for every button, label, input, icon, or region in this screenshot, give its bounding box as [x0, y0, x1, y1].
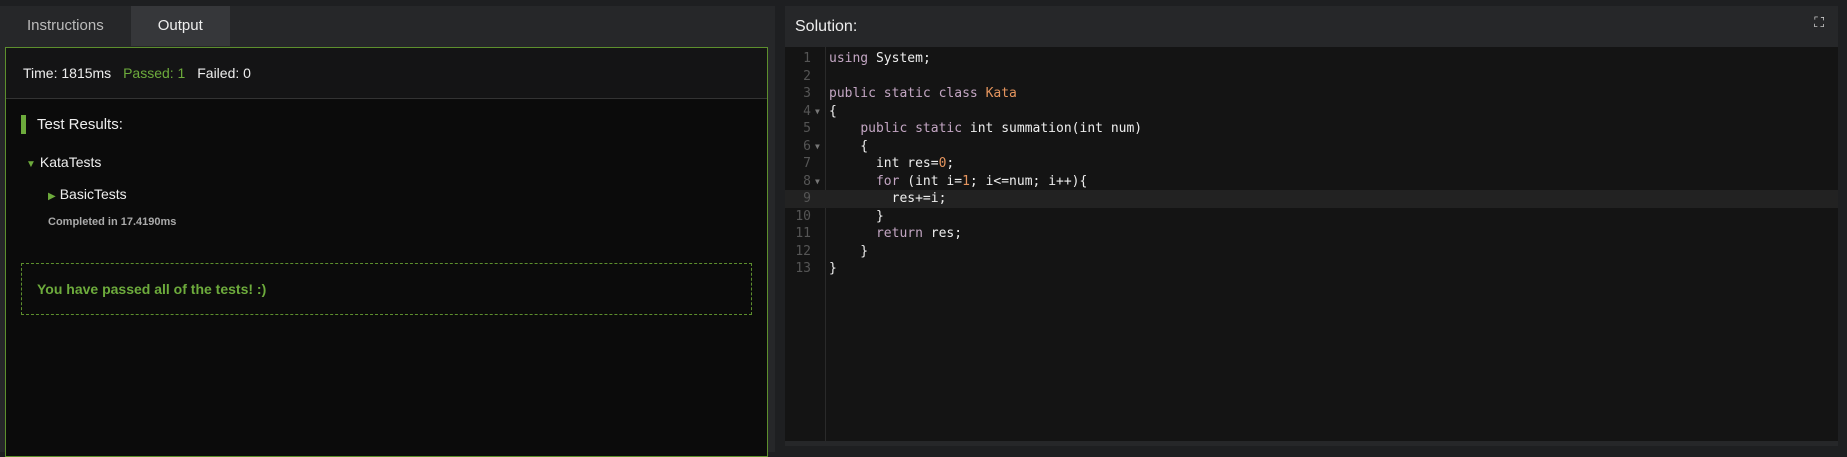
code-line[interactable]: 1 using System;: [785, 50, 1838, 68]
code-text: res+=i;: [891, 191, 947, 206]
line-number: 3: [803, 86, 811, 101]
code-text: }: [829, 208, 884, 224]
code-text: public static class Kata: [829, 86, 1017, 101]
left-panel: Instructions Output Time: 1815ms Passed:…: [0, 6, 775, 457]
fold-icon[interactable]: ▼: [815, 103, 820, 121]
solution-title: Solution:: [795, 18, 858, 35]
fold-icon[interactable]: ▼: [815, 138, 820, 156]
line-number: 13: [795, 261, 811, 276]
caret-down-icon: ▼: [26, 159, 36, 170]
suite-kata-tests[interactable]: ▼ KataTests: [26, 154, 752, 170]
solution-panel: Solution: ⛶ 1 using System; 2 3 public stati…: [785, 6, 1838, 446]
code-line[interactable]: 5 public static int summation(int num): [785, 120, 1838, 138]
line-number: 7: [803, 156, 811, 171]
code-line[interactable]: 4 ▼ {: [785, 103, 1838, 121]
code-text: {: [829, 138, 869, 154]
line-number: 1: [803, 51, 811, 66]
code-line[interactable]: 11 return res;: [785, 225, 1838, 243]
code-line[interactable]: 10 }: [785, 208, 1838, 226]
tab-bar: Instructions Output: [0, 6, 775, 46]
suite-label: KataTests: [39, 154, 102, 170]
expand-icon[interactable]: ⛶: [1814, 14, 1824, 31]
line-number: 11: [795, 226, 811, 241]
tab-output[interactable]: Output: [130, 6, 230, 46]
code-text: }: [829, 243, 869, 259]
code-line[interactable]: 2: [785, 68, 1838, 86]
output-panel: Time: 1815ms Passed: 1 Failed: 0 Test Re…: [5, 47, 768, 457]
results-heading: Test Results:: [21, 115, 752, 134]
code-line[interactable]: 7 int res=0;: [785, 155, 1838, 173]
suite-basic-tests[interactable]: ▶ BasicTests: [48, 186, 752, 202]
code-text: }: [829, 261, 837, 276]
code-text: int res=0;: [875, 156, 955, 171]
failed-count: Failed: 0: [197, 65, 251, 81]
line-number: 12: [795, 243, 811, 259]
completed-time: Completed in 17.4190ms: [48, 216, 177, 228]
code-line[interactable]: 8 ▼ for (int i=1; i<=num; i++){: [785, 173, 1838, 191]
passed-message: You have passed all of the tests! :): [21, 263, 752, 315]
code-text: return res;: [875, 226, 963, 241]
code-line[interactable]: 3 public static class Kata: [785, 85, 1838, 103]
code-line[interactable]: 12 }: [785, 243, 1838, 261]
code-line[interactable]: 9 res+=i;: [785, 190, 1838, 208]
code-text: {: [829, 103, 837, 119]
code-line[interactable]: 13}: [785, 260, 1838, 278]
code-text: public static int summation(int num): [860, 121, 1143, 136]
code-text: using System;: [829, 51, 931, 66]
tab-instructions[interactable]: Instructions: [0, 6, 131, 46]
line-number: 9: [803, 191, 811, 206]
caret-right-icon: ▶: [48, 191, 56, 202]
code-line[interactable]: 6 ▼ {: [785, 138, 1838, 156]
time-label: Time: 1815ms: [23, 65, 112, 81]
line-number: 4: [803, 103, 811, 119]
line-number: 8: [803, 173, 811, 189]
code-text: for (int i=1; i<=num; i++){: [875, 173, 1088, 189]
line-number: 6: [803, 138, 811, 154]
code-editor[interactable]: 1 using System; 2 3 public static class Kata…: [785, 47, 1838, 441]
passed-count: Passed: 1: [123, 65, 186, 81]
subsuite-label: BasicTests: [59, 186, 127, 202]
test-results: Test Results: ▼ KataTests ▶ BasicTests Com…: [6, 99, 767, 331]
line-number: 5: [803, 121, 811, 136]
line-number: 10: [795, 208, 811, 224]
fold-icon[interactable]: ▼: [815, 173, 820, 191]
status-bar: Time: 1815ms Passed: 1 Failed: 0: [6, 48, 767, 99]
line-number: 2: [803, 68, 811, 84]
